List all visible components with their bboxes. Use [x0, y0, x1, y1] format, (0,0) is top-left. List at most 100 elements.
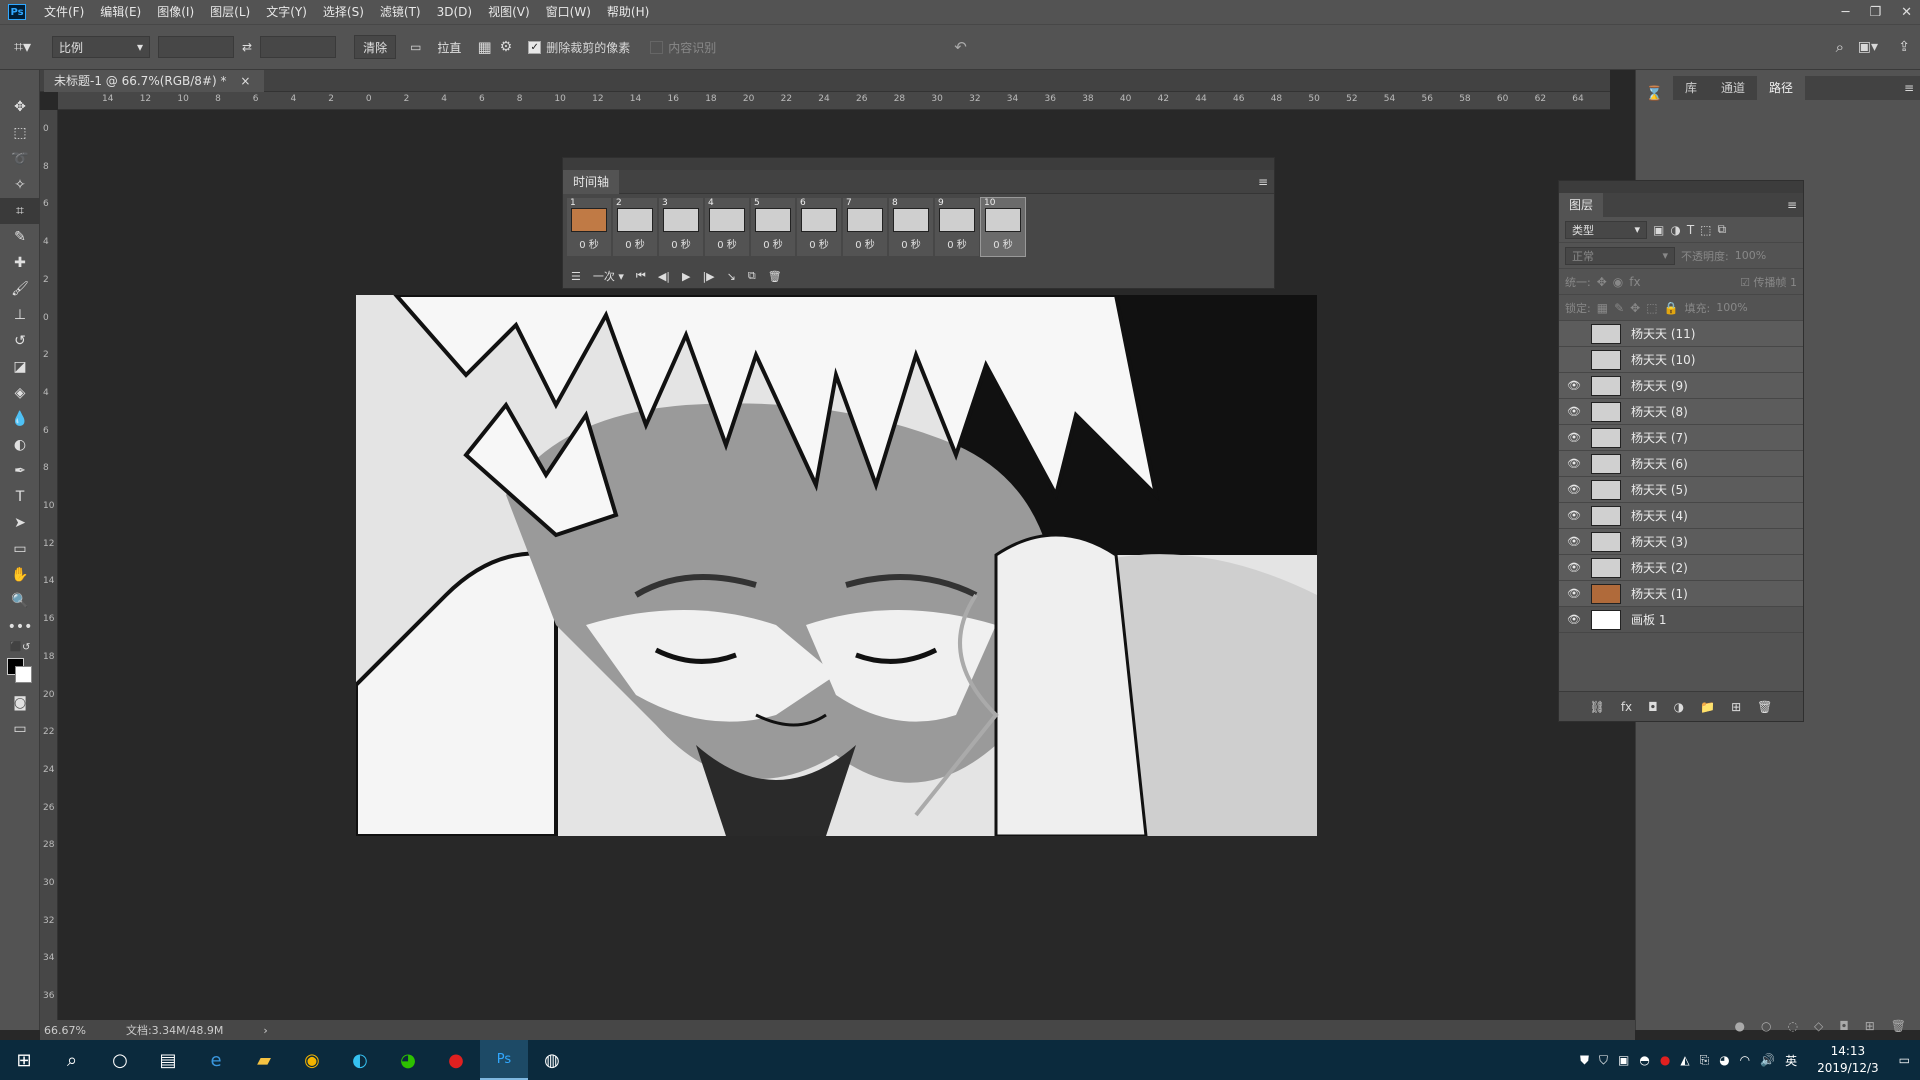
menu-help[interactable]: 帮助(H) — [599, 0, 657, 24]
edge-dev-icon[interactable]: ◐ — [336, 1040, 384, 1080]
fill-value[interactable]: 100% — [1716, 301, 1747, 314]
duplicate-frame-icon[interactable]: ⧉ — [748, 269, 756, 283]
timeline-frame[interactable]: 6 0 秒 — [797, 198, 841, 256]
document-tab[interactable]: 未标题-1 @ 66.7%(RGB/8#) * × — [44, 70, 265, 92]
move-tool-icon[interactable]: ✥ — [0, 94, 40, 120]
history-brush-tool-icon[interactable]: ↺ — [0, 328, 40, 354]
hand-tool-icon[interactable]: ✋ — [0, 562, 40, 588]
network-drive-icon[interactable]: ▣ — [1618, 1053, 1629, 1067]
timeline-frame[interactable]: 3 0 秒 — [659, 198, 703, 256]
timeline-frame[interactable]: 7 0 秒 — [843, 198, 887, 256]
menu-filter[interactable]: 滤镜(T) — [372, 0, 429, 24]
trash-icon[interactable]: 🗑 — [768, 270, 782, 283]
lock-pixels-icon[interactable]: ✎ — [1614, 301, 1624, 315]
load-selection-icon[interactable]: ◌ — [1787, 1019, 1797, 1033]
frame-duration[interactable]: 0 秒 — [993, 236, 1013, 251]
layer-row[interactable]: 杨天天 (10) — [1559, 347, 1803, 373]
filter-type-select[interactable]: 类型 ▾ — [1565, 220, 1647, 239]
vertical-ruler[interactable]: 0 8 6 4 2 0 2 4 6 8 10 12 14 16 18 20 22 24 26 28 30 32 34 36 — [40, 110, 58, 1020]
quick-mask-icon[interactable]: ◙ — [0, 690, 40, 716]
timeline-frame[interactable]: 2 0 秒 — [613, 198, 657, 256]
lock-transparent-icon[interactable]: ▦ — [1597, 301, 1608, 315]
workspace-icon[interactable]: ▣▾ — [1858, 39, 1878, 55]
brush-tool-icon[interactable]: 🖌 — [0, 276, 40, 302]
frame-duration[interactable]: 0 秒 — [579, 236, 599, 251]
timeline-frame[interactable]: 9 0 秒 — [935, 198, 979, 256]
path-selection-tool-icon[interactable]: ➤ — [0, 510, 40, 536]
unify-visibility-icon[interactable]: ◉ — [1613, 275, 1623, 289]
frame-duration[interactable]: 0 秒 — [901, 236, 921, 251]
timeline-frame[interactable]: 4 0 秒 — [705, 198, 749, 256]
background-color-swatch[interactable] — [15, 666, 32, 683]
blur-tool-icon[interactable]: 💧 — [0, 406, 40, 432]
eye-icon[interactable]: 👁 — [1565, 587, 1583, 600]
grid-overlay-icon[interactable]: ▦ — [477, 38, 491, 56]
filter-pixel-icon[interactable]: ▣ — [1653, 223, 1664, 237]
reset-icon[interactable]: ↶ — [954, 38, 967, 56]
clear-button[interactable]: 清除 — [354, 35, 397, 59]
content-aware-checkbox[interactable]: 内容识别 — [650, 39, 716, 56]
opacity-value[interactable]: 100% — [1735, 249, 1766, 262]
crop-tool-icon[interactable]: ⌗▾ — [14, 37, 44, 57]
search-icon[interactable]: ⌕ — [48, 1040, 96, 1080]
eye-icon[interactable]: 👁 — [1565, 431, 1583, 444]
width-input[interactable] — [158, 36, 234, 58]
delete-cropped-checkbox[interactable]: ✓ 删除裁剪的像素 — [528, 39, 630, 56]
frame-duration[interactable]: 0 秒 — [809, 236, 829, 251]
new-layer-icon[interactable]: ⊞ — [1731, 700, 1741, 714]
eraser-tool-icon[interactable]: ◪ — [0, 354, 40, 380]
zoom-tool-icon[interactable]: 🔍 — [0, 588, 40, 614]
layer-row[interactable]: 👁 杨天天 (1) — [1559, 581, 1803, 607]
eye-icon[interactable]: 👁 — [1565, 379, 1583, 392]
layer-row[interactable]: 👁 杨天天 (6) — [1559, 451, 1803, 477]
next-frame-icon[interactable]: |▶ — [702, 270, 714, 283]
tab-libraries[interactable]: 库 — [1673, 76, 1709, 100]
volume-icon[interactable]: 🔊 — [1760, 1053, 1775, 1067]
stamp-tool-icon[interactable]: ⊥ — [0, 302, 40, 328]
usb-icon[interactable]: ⎘ — [1700, 1053, 1710, 1068]
swap-colors-icon[interactable]: ⬛↺ — [0, 640, 40, 654]
ratio-select[interactable]: 比例 ▾ — [52, 36, 150, 58]
layer-row[interactable]: 👁 杨天天 (4) — [1559, 503, 1803, 529]
filter-type-icon[interactable]: T — [1687, 223, 1694, 237]
eye-icon[interactable]: 👁 — [1565, 457, 1583, 470]
filter-smart-object-icon[interactable]: ⧉ — [1718, 222, 1727, 237]
pen-tool-icon[interactable]: ✒ — [0, 458, 40, 484]
photoshop-taskbar-icon[interactable]: Ps — [480, 1040, 528, 1080]
make-path-icon[interactable]: ◇ — [1814, 1019, 1823, 1033]
type-tool-icon[interactable]: T — [0, 484, 40, 510]
panel-titlebar[interactable] — [563, 158, 1274, 170]
new-path-icon[interactable]: ⊞ — [1865, 1019, 1875, 1033]
add-mask-icon[interactable]: ◘ — [1839, 1019, 1849, 1033]
layer-row[interactable]: 👁 杨天天 (7) — [1559, 425, 1803, 451]
unify-style-icon[interactable]: fx — [1629, 275, 1640, 289]
history-panel-icon[interactable]: ⌛ — [1636, 86, 1673, 102]
eye-icon[interactable]: 👁 — [1565, 535, 1583, 548]
artboard-image[interactable] — [356, 295, 1317, 836]
notification-icon[interactable]: ▭ — [1899, 1053, 1910, 1067]
add-mask-icon[interactable]: ◘ — [1648, 700, 1658, 714]
first-frame-icon[interactable]: ⏮ — [636, 269, 646, 283]
zoom-level[interactable]: 66.67% — [44, 1024, 86, 1037]
restore-button[interactable]: ❐ — [1869, 5, 1881, 20]
frame-duration[interactable]: 0 秒 — [947, 236, 967, 251]
share-icon[interactable]: ⇪ — [1898, 39, 1910, 55]
frame-duration[interactable]: 0 秒 — [855, 236, 875, 251]
eye-icon[interactable]: 👁 — [1565, 509, 1583, 522]
layer-row[interactable]: 👁 杨天天 (5) — [1559, 477, 1803, 503]
gear-icon[interactable]: ⚙ — [500, 39, 513, 55]
windows-start-icon[interactable]: ⊞ — [0, 1040, 48, 1080]
filter-adjustment-icon[interactable]: ◑ — [1670, 223, 1680, 237]
lasso-tool-icon[interactable]: ➰ — [0, 146, 40, 172]
fill-path-icon[interactable]: ● — [1735, 1019, 1745, 1033]
timeline-frame[interactable]: 8 0 秒 — [889, 198, 933, 256]
menu-view[interactable]: 视图(V) — [480, 0, 538, 24]
artboard-row[interactable]: 👁 画板 1 — [1559, 607, 1803, 633]
menu-select[interactable]: 选择(S) — [315, 0, 372, 24]
search-icon[interactable]: ⌕ — [1836, 38, 1844, 56]
frame-duration[interactable]: 0 秒 — [717, 236, 737, 251]
close-button[interactable]: ✕ — [1901, 5, 1912, 20]
healing-brush-tool-icon[interactable]: ✚ — [0, 250, 40, 276]
propagate-frame-checkbox[interactable]: ☑ 传播帧 1 — [1740, 274, 1797, 290]
layer-row[interactable]: 杨天天 (11) — [1559, 321, 1803, 347]
